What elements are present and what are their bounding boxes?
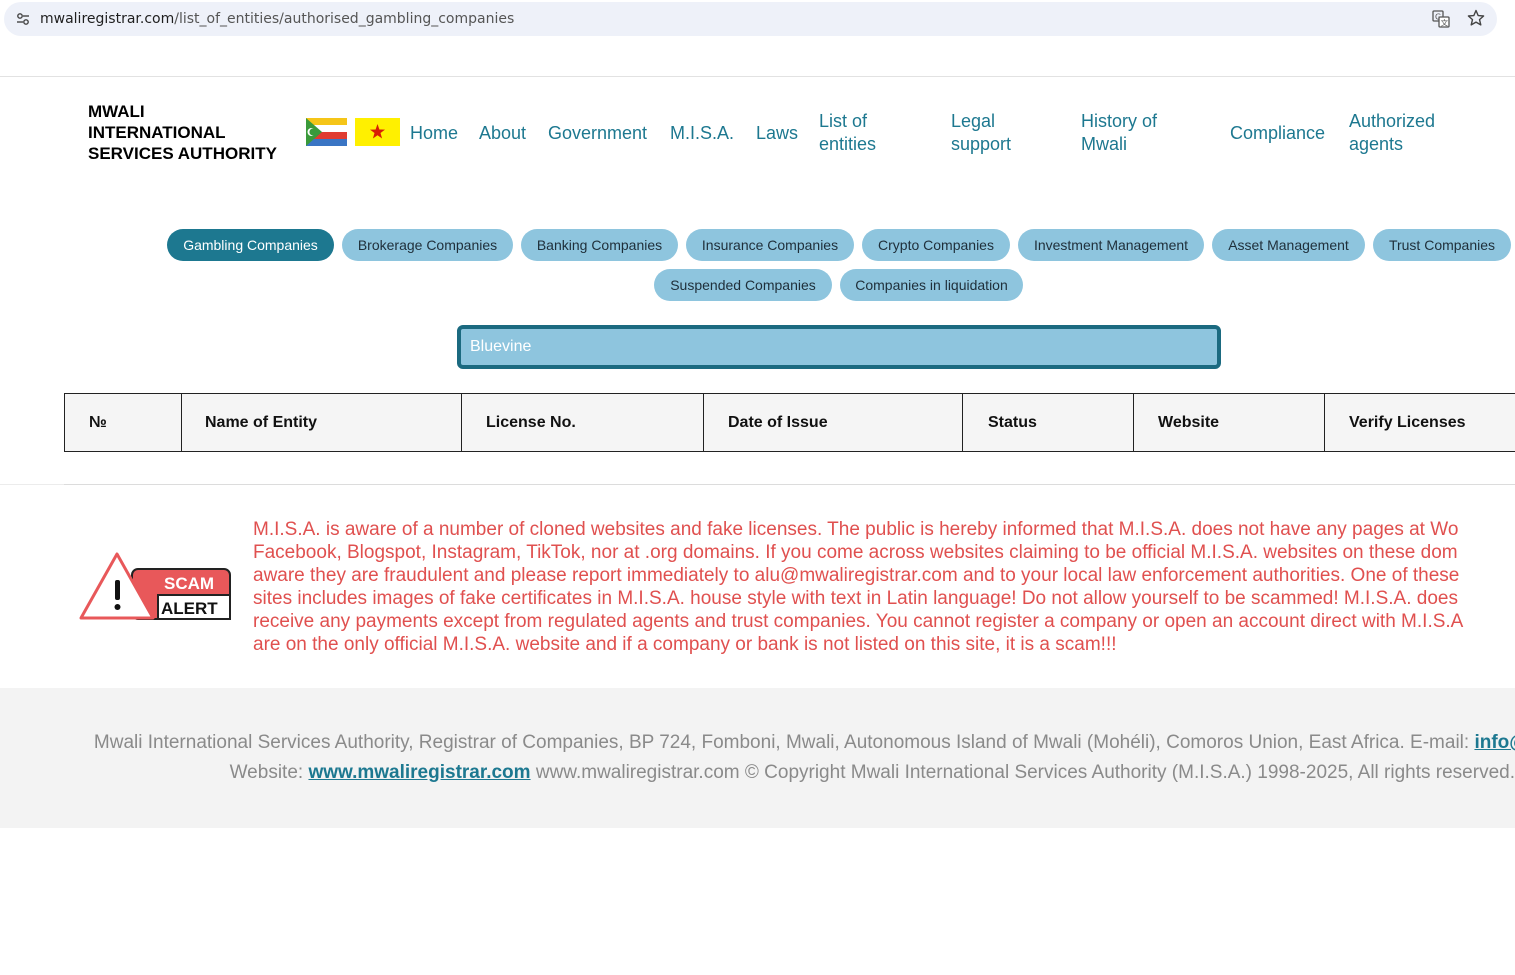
svg-text:文: 文 [1441,18,1449,28]
column-header-date-of-issue: Date of Issue [704,394,963,451]
address-bar[interactable]: mwaliregistrar.com/list_of_entities/auth… [4,2,1497,36]
scam-badge-line2: ALERT [161,599,218,618]
footer-copyright-text: www.mwaliregistrar.com © Copyright Mwali… [530,762,1515,783]
url-text[interactable]: mwaliregistrar.com/list_of_entities/auth… [40,11,514,27]
search-box [457,325,1221,369]
category-companies-in-liquidation[interactable]: Companies in liquidation [840,269,1023,301]
footer-website-link[interactable]: www.mwaliregistrar.com [308,762,530,783]
column-header-verify-licenses: Verify Licenses [1349,414,1466,431]
url-host: mwaliregistrar.com [40,11,175,27]
entities-table: № Name of Entity License No. Date of Iss… [64,393,1515,452]
category-investment-management[interactable]: Investment Management [1018,229,1204,261]
divider [0,484,64,485]
site-logo-text[interactable]: MWALI INTERNATIONAL SERVICES AUTHORITY [88,101,277,164]
page-top-divider [0,76,1515,77]
nav-history-of-mwali[interactable]: History of Mwali [1081,110,1171,156]
category-asset-management[interactable]: Asset Management [1212,229,1365,261]
category-banking-companies[interactable]: Banking Companies [521,229,678,261]
nav-about[interactable]: About [479,122,526,145]
site-footer: Mwali International Services Authority, … [0,688,1515,828]
warning-line: Facebook, Blogspot, Instagram, TikTok, n… [253,542,1458,563]
footer-email-link[interactable]: info@mwaliregistrar.com [1474,732,1515,753]
nav-list-of-entities[interactable]: List of entities [819,110,899,156]
nav-laws[interactable]: Laws [756,122,798,145]
divider [64,484,1515,485]
warning-line: are on the only official M.I.S.A. websit… [253,634,1117,655]
nav-home[interactable]: Home [410,122,458,145]
url-path: /list_of_entities/authorised_gambling_co… [174,11,515,27]
nav-government[interactable]: Government [548,122,647,145]
footer-address: Mwali International Services Authority, … [94,732,1515,754]
bookmark-star-icon[interactable] [1467,9,1485,27]
nav-compliance[interactable]: Compliance [1230,122,1325,145]
column-header-website: Website [1134,394,1325,451]
translate-icon[interactable]: G 文 [1432,10,1450,28]
site-settings-icon[interactable] [16,12,30,26]
scam-warning-text: M.I.S.A. is aware of a number of cloned … [253,518,1515,658]
nav-legal-support[interactable]: Legal support [951,110,1031,156]
scam-badge-line1: SCAM [164,574,214,593]
warning-line: sites includes images of fake certificat… [253,588,1458,609]
mwali-flag-icon [355,118,400,146]
warning-line: M.I.S.A. is aware of a number of cloned … [253,519,1459,540]
scam-alert-badge-icon: SCAM ALERT [79,552,231,620]
nav-misa[interactable]: M.I.S.A. [670,122,734,145]
category-crypto-companies[interactable]: Crypto Companies [862,229,1010,261]
warning-line: receive any payments except from regulat… [253,611,1464,632]
column-header-status: Status [963,394,1134,451]
category-insurance-companies[interactable]: Insurance Companies [686,229,854,261]
column-header-number: № [65,394,182,451]
footer-copyright: Website: www.mwaliregistrar.com www.mwal… [230,762,1515,784]
warning-line: aware they are fraudulent and please rep… [253,565,1460,586]
category-suspended-companies[interactable]: Suspended Companies [654,269,832,301]
footer-website-label: Website: [229,762,309,783]
footer-address-text: Mwali International Services Authority, … [93,732,1475,753]
comoros-flag-icon [306,118,347,146]
category-brokerage-companies[interactable]: Brokerage Companies [342,229,513,261]
nav-authorized-agents[interactable]: Authorized agents [1349,110,1449,156]
category-gambling-companies[interactable]: Gambling Companies [167,229,334,261]
category-trust-companies[interactable]: Trust Companies [1373,229,1511,261]
search-input[interactable] [461,329,1217,365]
column-header-name: Name of Entity [182,394,462,451]
column-header-license-no: License No. [462,394,704,451]
